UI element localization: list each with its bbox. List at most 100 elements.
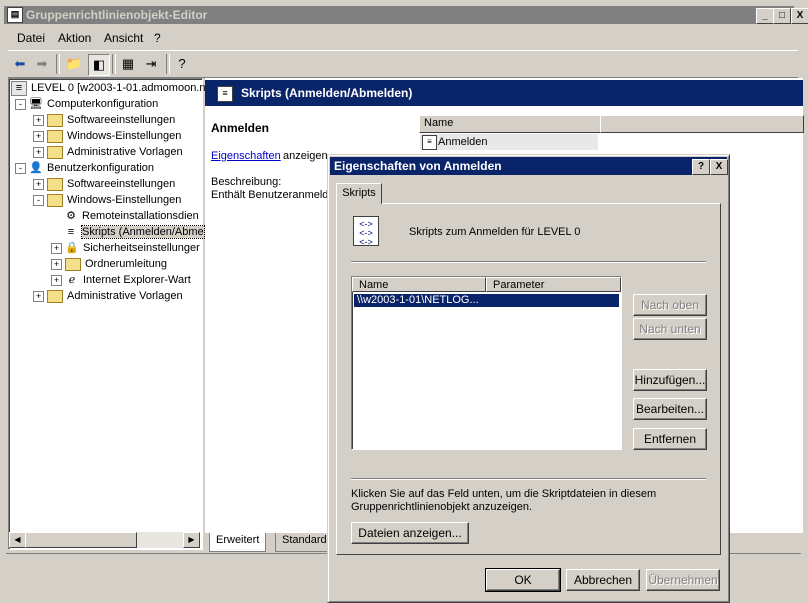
collapse-icon[interactable]: - <box>15 98 26 110</box>
tree-item[interactable]: + Ordnerumleitung <box>51 256 167 272</box>
tree-item[interactable]: - 👤 Benutzerkonfiguration <box>15 160 154 176</box>
tree-item[interactable]: ≡ Skripts (Anmelden/Abme <box>51 224 205 240</box>
dialog-help-button[interactable]: ? <box>692 159 710 175</box>
tab-erweitert[interactable]: Erweitert <box>209 533 267 552</box>
remote-install-icon: ⚙ <box>66 209 76 222</box>
folder-icon <box>65 257 81 271</box>
collapse-icon[interactable]: - <box>33 194 44 206</box>
menu-aktion[interactable]: Aktion <box>58 31 91 45</box>
menu-help[interactable]: ? <box>154 31 161 45</box>
divider <box>351 478 706 480</box>
tree-item-label: Remoteinstallationsdien <box>82 210 199 222</box>
dialog-title: Eigenschaften von Anmelden <box>334 159 502 173</box>
tab-standard[interactable]: Standard <box>275 533 334 552</box>
tree-item-label: Administrative Vorlagen <box>67 290 183 302</box>
title-bar[interactable]: ▤ Gruppenrichtlinienobjekt-Editor _ □ <box>4 6 794 24</box>
toolbar-separator <box>166 54 170 74</box>
toolbar: ⬅ ➡ 📁 ◧ ▦ ⇥ ? <box>8 50 798 78</box>
tree-item[interactable]: + Softwareeinstellungen <box>33 112 175 128</box>
up-folder-icon[interactable]: 📁 <box>64 54 84 74</box>
folder-icon <box>47 129 63 143</box>
tree-item-label: Windows-Einstellungen <box>67 130 182 142</box>
apply-button[interactable]: Übernehmen <box>646 569 720 591</box>
script-list[interactable]: Name Parameter \\w2003-1-01\NETLOG... <box>351 276 622 450</box>
expand-icon[interactable]: + <box>33 290 44 302</box>
column-parameter[interactable]: Parameter <box>486 277 621 292</box>
tree-horizontal-scrollbar[interactable]: ◀ ▶ <box>9 532 200 548</box>
column-header-name[interactable]: Name <box>419 115 601 133</box>
forward-icon[interactable]: ➡ <box>32 54 52 74</box>
section-title: Anmelden <box>211 121 270 135</box>
scroll-right-icon[interactable]: ▶ <box>183 532 200 548</box>
tree-item[interactable]: + Administrative Vorlagen <box>33 288 183 304</box>
properties-link[interactable]: Eigenschaften <box>211 150 281 162</box>
expand-icon[interactable]: + <box>33 130 44 142</box>
expand-icon[interactable]: + <box>33 178 44 190</box>
move-down-button[interactable]: Nach unten <box>633 318 707 340</box>
script-file-icon: <-> <-> <-> <box>353 216 379 247</box>
column-name[interactable]: Name <box>352 277 486 292</box>
expand-icon[interactable]: + <box>51 242 62 254</box>
column-header-empty[interactable] <box>600 115 804 133</box>
close-button[interactable]: X <box>791 8 808 24</box>
script-row[interactable]: \\w2003-1-01\NETLOG... <box>354 294 619 307</box>
folder-icon <box>47 113 63 127</box>
tab-skripts[interactable]: Skripts <box>336 183 382 204</box>
window-title: Gruppenrichtlinienobjekt-Editor <box>26 8 208 22</box>
tree-item[interactable]: - Windows-Einstellungen <box>33 192 181 208</box>
cancel-button[interactable]: Abbrechen <box>566 569 640 591</box>
properties-dialog: Eigenschaften von Anmelden ? X Skripts <… <box>327 154 730 603</box>
expand-icon[interactable]: + <box>33 146 44 158</box>
column-name-label: Name <box>359 279 389 291</box>
tree-item[interactable]: + 🔒 Sicherheitseinstellunger <box>51 240 200 256</box>
tree-panel[interactable]: ≡ LEVEL 0 [w2003-1-01.admomoon.net - 🖥 Com… <box>8 78 215 550</box>
show-files-button[interactable]: Dateien anzeigen... <box>351 522 469 544</box>
show-hide-tree-icon[interactable]: ◧ <box>88 54 110 76</box>
script-icon: ≡ <box>217 86 233 102</box>
list-item[interactable]: ≡ Anmelden <box>420 134 598 150</box>
column-header-name-label: Name <box>424 117 454 129</box>
list-item-label: Anmelden <box>438 136 488 148</box>
dialog-close-button[interactable]: X <box>710 159 728 175</box>
minimize-button[interactable]: _ <box>756 8 774 24</box>
tree-item[interactable]: - 🖥 Computerkonfiguration <box>15 96 158 112</box>
properties-suffix: anzeigen <box>283 150 328 162</box>
tree-item-label: Softwareeinstellungen <box>67 178 176 190</box>
dialog-title-bar[interactable]: Eigenschaften von Anmelden ? X <box>330 157 728 175</box>
scroll-left-icon[interactable]: ◀ <box>9 532 26 548</box>
remove-button[interactable]: Entfernen <box>633 428 707 450</box>
tree-item[interactable]: + Windows-Einstellungen <box>33 128 181 144</box>
menu-ansicht[interactable]: Ansicht <box>104 31 143 45</box>
help-icon[interactable]: ? <box>172 54 192 74</box>
expand-icon[interactable]: + <box>51 274 62 286</box>
add-button[interactable]: Hinzufügen... <box>633 369 707 391</box>
tree-item-label: Softwareeinstellungen <box>67 114 176 126</box>
tree-item[interactable]: + Administrative Vorlagen <box>33 144 183 160</box>
description-text: Enthält Benutzeranmeld <box>211 189 329 201</box>
move-up-button[interactable]: Nach oben <box>633 294 707 316</box>
collapse-icon[interactable]: - <box>15 162 26 174</box>
maximize-button[interactable]: □ <box>773 8 791 24</box>
tree-item[interactable]: + ℯ Internet Explorer-Wart <box>51 272 191 288</box>
tree-item-label: Internet Explorer-Wart <box>83 274 191 286</box>
edit-button[interactable]: Bearbeiten... <box>633 398 707 420</box>
tree-item-label: Computerkonfiguration <box>47 98 159 110</box>
tree-root[interactable]: ≡ LEVEL 0 [w2003-1-01.admomoon.net <box>11 80 215 96</box>
properties-icon[interactable]: ▦ <box>118 54 138 74</box>
policy-icon: ≡ <box>11 80 27 96</box>
expand-icon[interactable]: + <box>51 258 62 270</box>
tree-root-label: LEVEL 0 [w2003-1-01.admomoon.net <box>31 82 215 94</box>
script-icon: ≡ <box>422 135 437 150</box>
folder-icon <box>47 177 63 191</box>
computer-icon: 🖥 <box>29 97 43 110</box>
export-list-icon[interactable]: ⇥ <box>141 54 161 74</box>
ok-button[interactable]: OK <box>485 568 561 592</box>
tree-item[interactable]: ⚙ Remoteinstallationsdien <box>51 208 199 224</box>
dialog-heading: Skripts zum Anmelden für LEVEL 0 <box>409 226 581 238</box>
menu-datei[interactable]: Datei <box>17 31 45 45</box>
tree-item[interactable]: + Softwareeinstellungen <box>33 176 175 192</box>
details-header-title: Skripts (Anmelden/Abmelden) <box>241 86 413 100</box>
scroll-thumb[interactable] <box>25 532 137 548</box>
back-icon[interactable]: ⬅ <box>10 54 30 74</box>
expand-icon[interactable]: + <box>33 114 44 126</box>
